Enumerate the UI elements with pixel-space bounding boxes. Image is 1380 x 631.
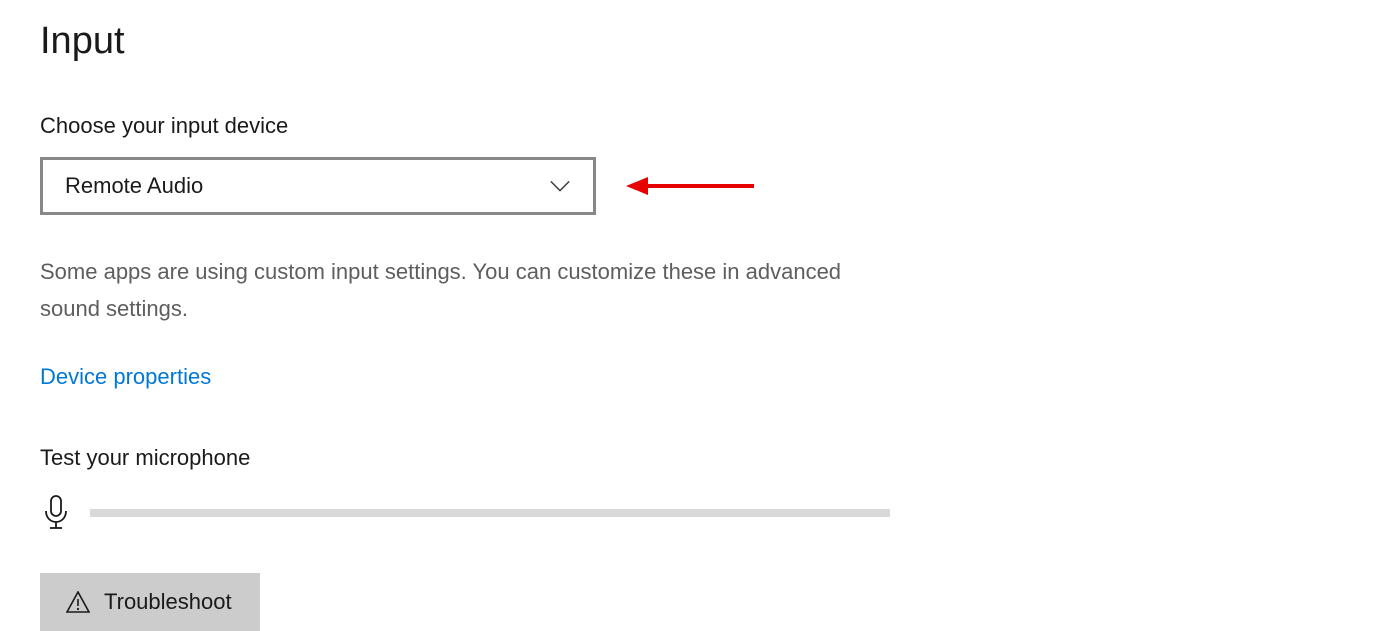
input-device-dropdown[interactable]: Remote Audio xyxy=(40,157,596,215)
troubleshoot-button[interactable]: Troubleshoot xyxy=(40,573,260,631)
test-mic-label: Test your microphone xyxy=(40,445,1340,471)
troubleshoot-label: Troubleshoot xyxy=(104,589,232,615)
section-title: Input xyxy=(40,20,1340,63)
dropdown-selected-text: Remote Audio xyxy=(65,173,203,199)
dropdown-row: Remote Audio xyxy=(40,157,1340,215)
mic-level-bar xyxy=(90,509,890,517)
mic-test-row xyxy=(40,493,1340,533)
input-description: Some apps are using custom input setting… xyxy=(40,253,860,328)
warning-icon xyxy=(66,590,90,614)
chevron-down-icon xyxy=(549,175,571,197)
annotation-arrow xyxy=(626,171,756,201)
input-device-label: Choose your input device xyxy=(40,113,1340,139)
microphone-icon xyxy=(40,493,72,533)
device-properties-link[interactable]: Device properties xyxy=(40,364,211,390)
